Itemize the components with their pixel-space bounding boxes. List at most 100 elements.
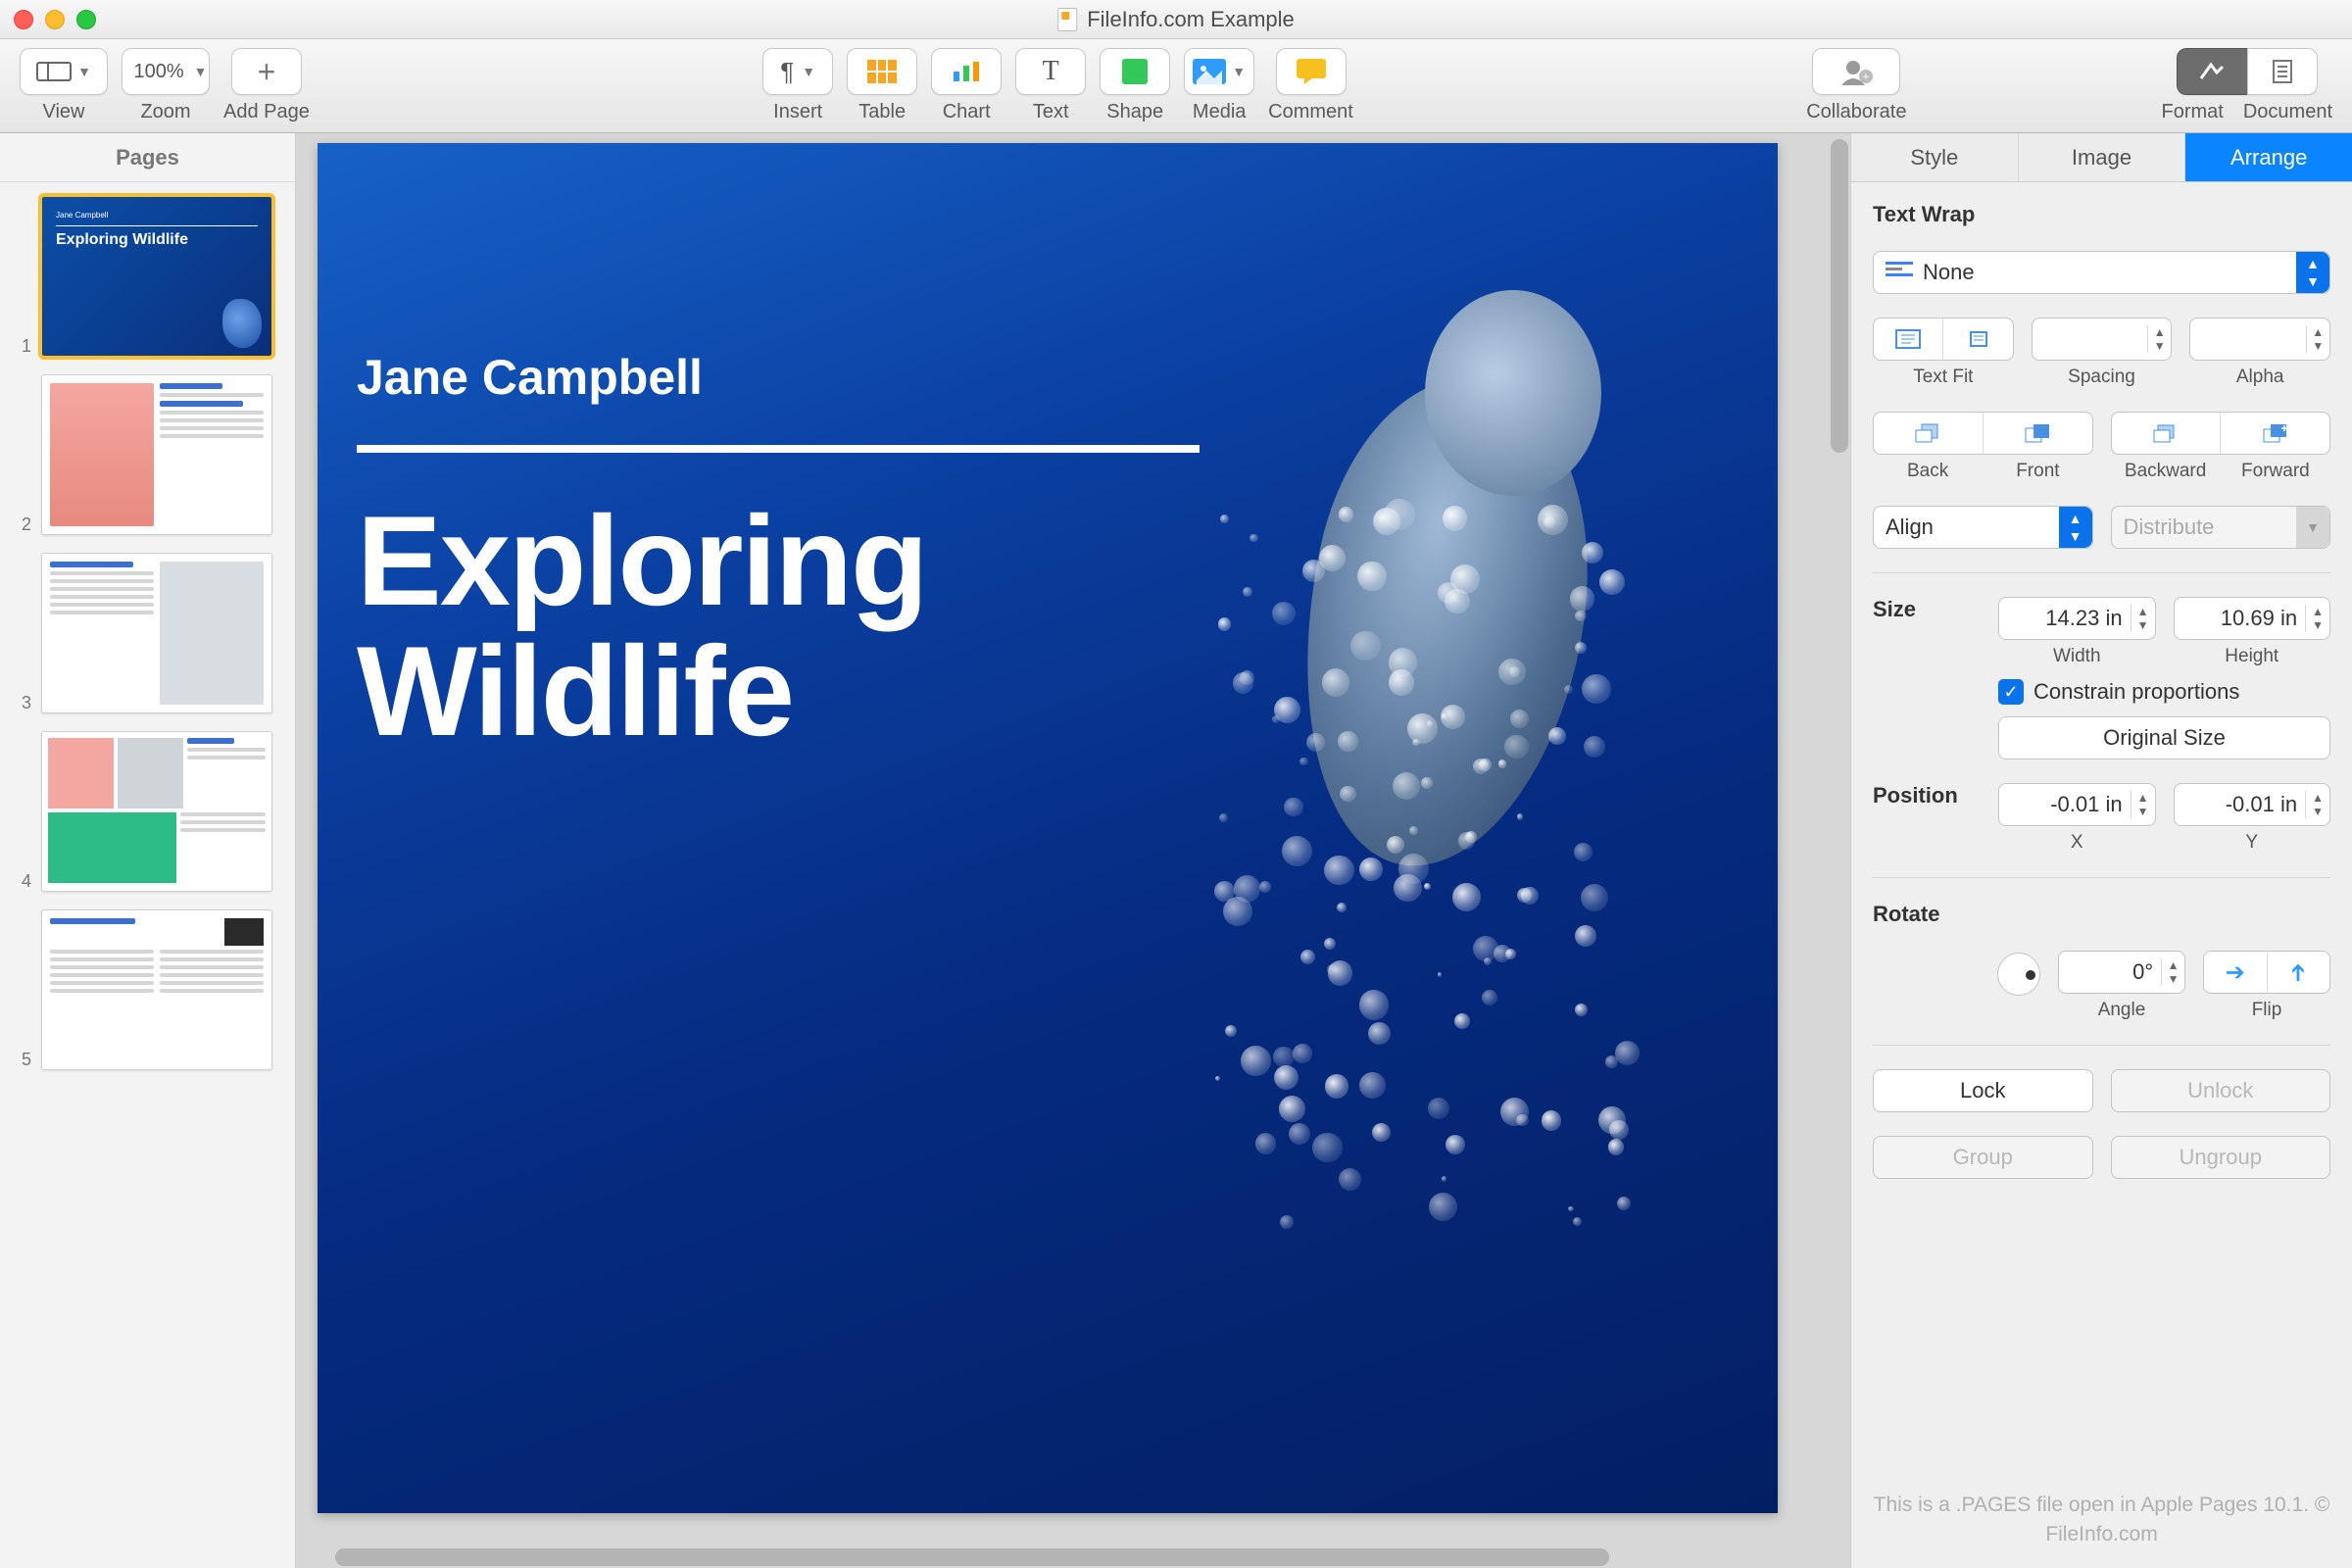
author-text: Jane Campbell — [357, 349, 703, 406]
toolbar: ▼ View 100%▼ Zoom + Add Page ¶▼ Insert T… — [0, 39, 2352, 133]
inspector-panel: Style Image Arrange Text Wrap None ▲▼ Te… — [1850, 133, 2352, 1568]
minimize-icon[interactable] — [45, 10, 65, 29]
height-label: Height — [2225, 646, 2278, 667]
zoom-button[interactable]: 100%▼ — [122, 48, 210, 95]
horizontal-scrollbar[interactable] — [335, 1548, 1609, 1566]
document-icon — [1057, 8, 1077, 31]
position-y-input[interactable] — [2175, 784, 2306, 825]
distribute-select: Distribute▼ — [2111, 506, 2331, 549]
original-size-button[interactable]: Original Size — [1998, 716, 2330, 760]
thumbnail-page-5[interactable] — [41, 909, 272, 1070]
close-icon[interactable] — [14, 10, 33, 29]
table-label: Table — [858, 101, 906, 123]
angle-input[interactable] — [2059, 952, 2161, 993]
stepper-up-icon[interactable]: ▲ — [2148, 325, 2171, 339]
position-x-input[interactable] — [1999, 784, 2131, 825]
x-label: X — [2071, 832, 2083, 854]
thumbnail-page-3[interactable] — [41, 553, 272, 713]
tab-image[interactable]: Image — [2019, 133, 2186, 181]
add-page-button[interactable]: + — [231, 48, 302, 95]
thumbnail-list: 1 Jane Campbell Exploring Wildlife 2 — [0, 182, 295, 1084]
chart-button[interactable] — [931, 48, 1002, 95]
insert-label: Insert — [773, 101, 822, 123]
titlebar: FileInfo.com Example — [0, 0, 2352, 39]
y-label: Y — [2245, 832, 2258, 854]
window-title-text: FileInfo.com Example — [1087, 7, 1295, 32]
comment-button[interactable] — [1276, 48, 1347, 95]
width-label: Width — [2053, 646, 2101, 667]
send-to-back-button[interactable] — [1874, 413, 1984, 454]
vertical-scrollbar[interactable] — [1831, 139, 1848, 453]
document-button[interactable] — [2247, 48, 2318, 95]
chevron-updown-icon: ▲▼ — [2296, 252, 2329, 293]
canvas-area[interactable]: Jane Campbell ExploringWildlife — [296, 133, 1850, 1568]
lock-button[interactable]: Lock — [1873, 1069, 2093, 1112]
text-wrap-select[interactable]: None ▲▼ — [1873, 251, 2330, 294]
group-button: Group — [1873, 1136, 2093, 1179]
table-button[interactable] — [847, 48, 917, 95]
add-page-label: Add Page — [223, 101, 310, 123]
rotate-title: Rotate — [1873, 902, 2330, 927]
text-fit-shrink-button[interactable] — [1943, 318, 2012, 360]
backward-label: Backward — [2111, 461, 2221, 482]
window-controls — [14, 10, 96, 29]
insert-button[interactable]: ¶▼ — [762, 48, 833, 95]
spacing-input[interactable] — [2033, 318, 2147, 360]
unlock-button: Unlock — [2111, 1069, 2331, 1112]
sea-lion-image — [1170, 261, 1719, 1143]
text-wrap-title: Text Wrap — [1873, 202, 2330, 227]
thumb-number: 3 — [18, 693, 31, 713]
text-button[interactable]: T — [1015, 48, 1086, 95]
collaborate-button[interactable]: + — [1812, 48, 1900, 95]
thumbnail-page-1[interactable]: Jane Campbell Exploring Wildlife — [41, 196, 272, 357]
stepper-down-icon[interactable]: ▼ — [2148, 339, 2171, 353]
main-title: ExploringWildlife — [357, 496, 926, 756]
document-page[interactable]: Jane Campbell ExploringWildlife — [318, 143, 1778, 1513]
tab-arrange[interactable]: Arrange — [2185, 133, 2352, 181]
wrap-none-icon — [1886, 262, 1913, 283]
flip-vertical-button[interactable]: ➔ — [2268, 952, 2330, 993]
media-button[interactable]: ▼ — [1184, 48, 1254, 95]
tab-style[interactable]: Style — [1851, 133, 2019, 181]
text-fit-label: Text Fit — [1913, 367, 1973, 388]
zoom-label: Zoom — [140, 101, 190, 123]
inspector-tabs: Style Image Arrange — [1851, 133, 2352, 182]
bring-to-front-button[interactable] — [1984, 413, 2092, 454]
view-button[interactable]: ▼ — [20, 48, 108, 95]
thumbnail-page-2[interactable] — [41, 374, 272, 535]
thumb-number: 4 — [18, 871, 31, 892]
width-input[interactable] — [1999, 598, 2131, 639]
shape-button[interactable] — [1100, 48, 1170, 95]
send-backward-button[interactable] — [2112, 413, 2222, 454]
fullscreen-icon[interactable] — [76, 10, 96, 29]
size-title: Size — [1873, 597, 1981, 622]
chart-label: Chart — [943, 101, 991, 123]
thumb-number: 1 — [18, 336, 31, 357]
height-input[interactable] — [2175, 598, 2306, 639]
sidebar-header: Pages — [0, 133, 295, 182]
comment-label: Comment — [1268, 101, 1353, 123]
thumb-number: 5 — [18, 1050, 31, 1070]
bring-forward-button[interactable] — [2221, 413, 2329, 454]
divider-rule — [357, 445, 1200, 453]
check-icon: ✓ — [1998, 679, 2024, 705]
constrain-checkbox[interactable]: ✓Constrain proportions — [1998, 679, 2330, 705]
spacing-label: Spacing — [2068, 367, 2135, 388]
view-label: View — [43, 101, 85, 123]
angle-dial[interactable] — [1997, 953, 2040, 996]
flip-horizontal-button[interactable]: ➔ — [2204, 952, 2268, 993]
align-select[interactable]: Align▲▼ — [1873, 506, 2093, 549]
page-sidebar: Pages 1 Jane Campbell Exploring Wildlife… — [0, 133, 296, 1568]
alpha-input[interactable] — [2190, 318, 2305, 360]
format-button[interactable] — [2177, 48, 2247, 95]
media-label: Media — [1193, 101, 1246, 123]
thumb-number: 2 — [18, 514, 31, 535]
front-label: Front — [1983, 461, 2092, 482]
thumbnail-page-4[interactable] — [41, 731, 272, 892]
forward-label: Forward — [2221, 461, 2330, 482]
alpha-label: Alpha — [2236, 367, 2284, 388]
text-fit-auto-button[interactable] — [1874, 318, 1943, 360]
angle-label: Angle — [2098, 1000, 2146, 1021]
format-label: Format — [2162, 101, 2224, 123]
footer-note: This is a .PAGES file open in Apple Page… — [1851, 1471, 2352, 1568]
